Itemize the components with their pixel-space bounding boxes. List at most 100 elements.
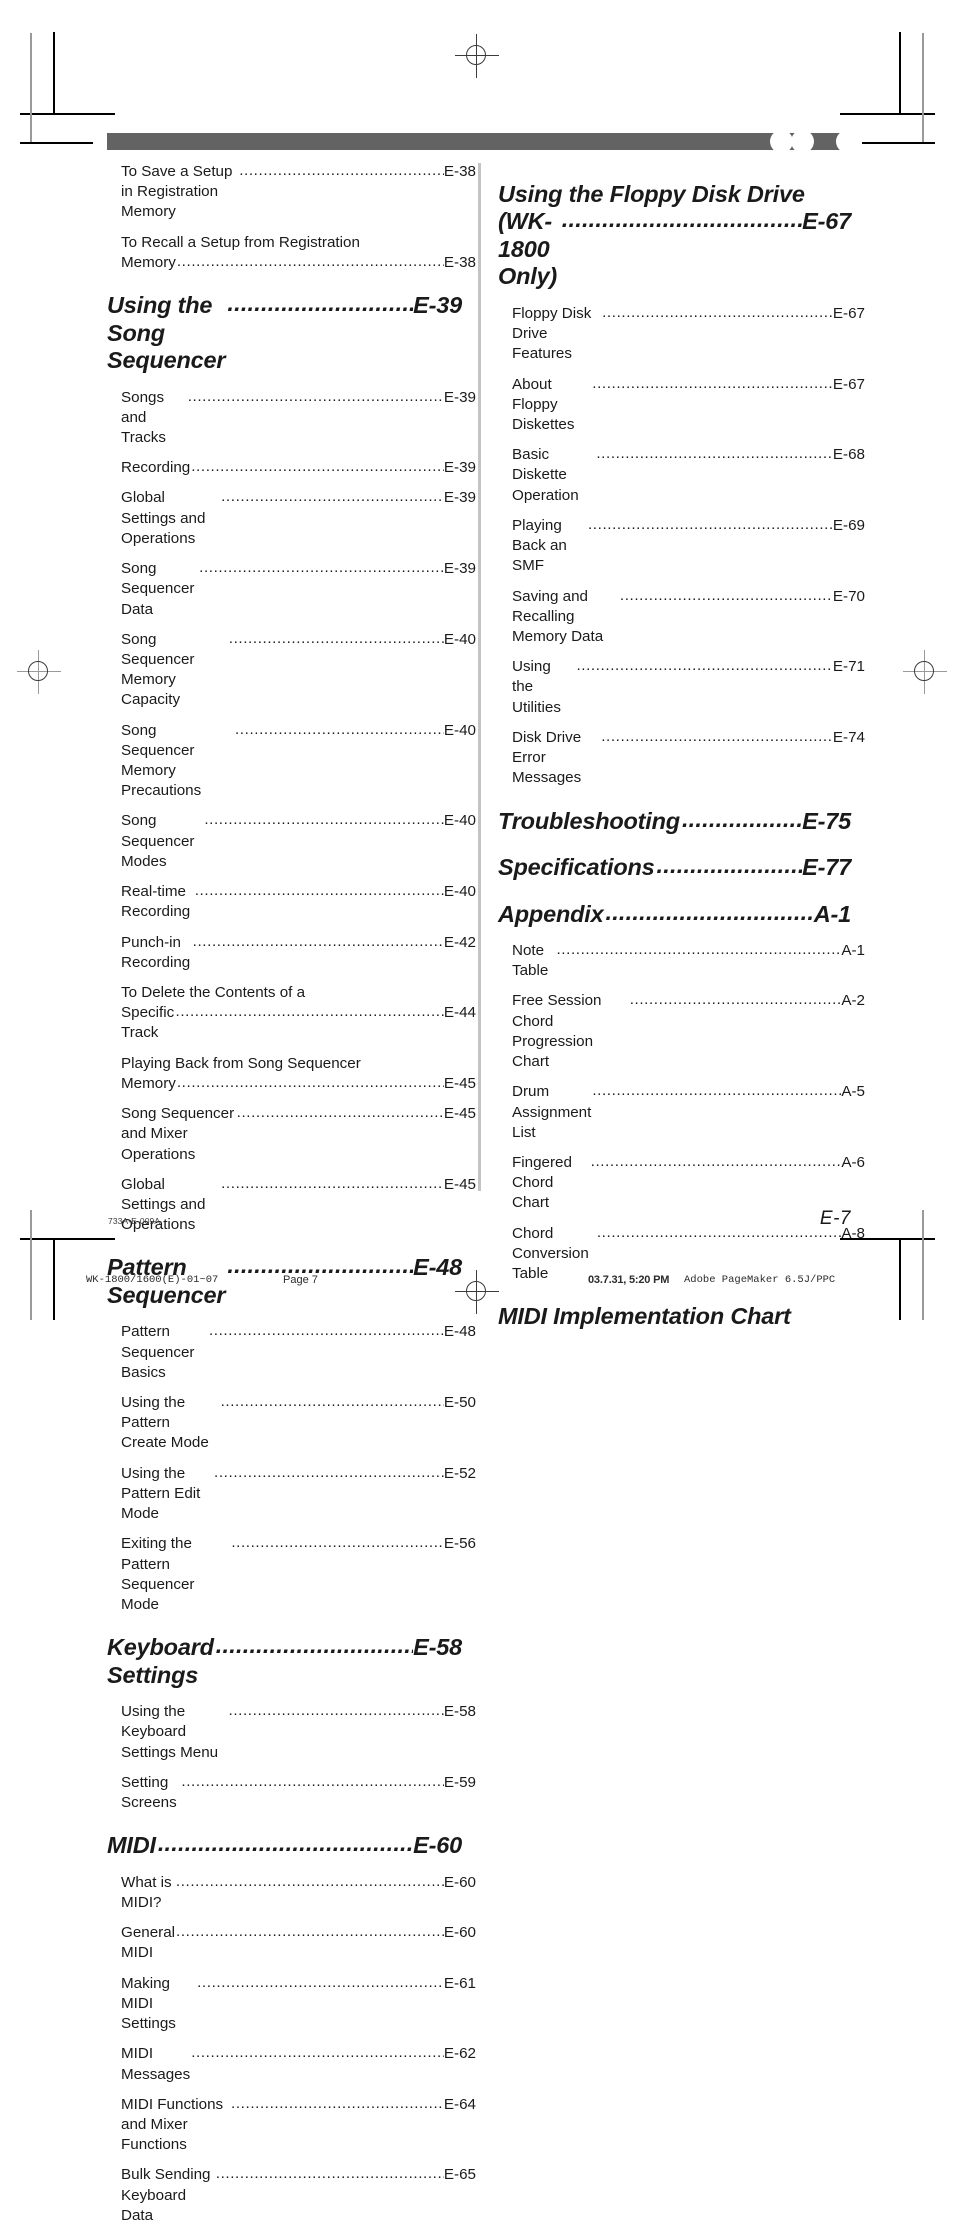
toc-entry-label: Global Settings and Operations [121, 1175, 210, 1234]
toc-leader-dots: ........................................… [590, 1152, 842, 1170]
toc-entry-to-delete-the-contents-of-a[interactable]: To Delete the Contents of a Specific Trac… [107, 983, 476, 1044]
toc-entry-song-sequencer-and-mixer-operations[interactable]: Song Sequencer and Mixer Operations.....… [107, 1104, 476, 1165]
toc-entry-about-floppy-diskettes[interactable]: About Floppy Diskettes..................… [498, 375, 865, 436]
toc-leader-dots: ........................................… [175, 1003, 444, 1021]
toc-entry-label: Global Settings and Operations [121, 489, 210, 547]
toc-page-number: E-39 [443, 489, 476, 507]
toc-entry-using-the-utilities[interactable]: Using the Utilities.....................… [498, 657, 865, 718]
toc-entry-label: MIDI Functions and Mixer Functions [121, 2095, 228, 2154]
toc-left-column: To Save a Setup in Registration Memory..… [107, 162, 476, 2236]
toc-leader-dots: ........................................… [239, 162, 444, 179]
toc-heading-troubleshooting[interactable]: Troubleshooting.........................… [498, 805, 851, 835]
toc-entry-song-sequencer-memory-capacity[interactable]: Song Sequencer Memory Capacity..........… [107, 630, 476, 711]
crop-mark-top-right-vertical [899, 32, 901, 114]
toc-entry-saving-and-recalling-memory-data[interactable]: Saving and Recalling Memory Data........… [498, 587, 865, 648]
toc-entry-song-sequencer-data[interactable]: Song Sequencer Data.....................… [107, 559, 476, 620]
toc-entry-drum-assignment-list[interactable]: Drum Assignment List....................… [498, 1082, 865, 1143]
toc-page-number: E-67 [802, 208, 851, 235]
toc-page-number: E-39 [443, 459, 476, 477]
toc-entry-label: Songs and Tracks [121, 388, 169, 446]
toc-entry-pattern-sequencer-basics[interactable]: Pattern Sequencer Basics................… [107, 1322, 476, 1383]
toc-entry-setting-screens[interactable]: Setting Screens.........................… [107, 1773, 476, 1813]
toc-entry-global-settings-and-operations[interactable]: Global Settings and Operations..........… [107, 488, 476, 549]
toc-entry-using-the-pattern-create-mode[interactable]: Using the Pattern Create Mode...........… [107, 1393, 476, 1454]
toc-entry-label: Troubleshooting [498, 807, 680, 834]
toc-heading-specifications[interactable]: Specifications..........................… [498, 852, 851, 881]
toc-entry-floppy-disk-drive-features[interactable]: Floppy Disk Drive Features..............… [498, 304, 865, 365]
toc-entry-label: Song Sequencer and Mixer Operations [121, 1105, 239, 1163]
toc-leader-dots: ........................................… [221, 1174, 444, 1192]
toc-entry-bulk-sending-keyboard-data[interactable]: Bulk Sending Keyboard Data..............… [107, 2165, 476, 2226]
toc-page-number: A-1 [841, 941, 865, 959]
toc-leader-dots: ........................................… [204, 811, 444, 829]
toc-entry-song-sequencer-memory-precautions[interactable]: Song Sequencer Memory Precautions.......… [107, 721, 476, 802]
toc-entry-label: MIDI Messages [121, 2045, 191, 2083]
toc-entry-punch-in-recording[interactable]: Punch-in Recording......................… [107, 933, 476, 973]
page-canvas: To Save a Setup in Registration Memory..… [0, 0, 954, 2224]
toc-page-number: E-60 [413, 1832, 462, 1859]
toc-entry-playing-back-an-smf[interactable]: Playing Back an SMF.....................… [498, 516, 865, 577]
toc-entry-disk-drive-error-messages[interactable]: Disk Drive Error Messages...............… [498, 728, 865, 789]
crop-mark-top-right-inner-horizontal [862, 142, 935, 144]
toc-leader-dots: ........................................… [176, 252, 444, 270]
slug-page-number: Page 7 [283, 1274, 318, 1286]
toc-heading-midi-implementation-chart[interactable]: MIDI Implementation Chart...............… [498, 1303, 851, 1330]
toc-entry-making-midi-settings[interactable]: Making MIDI Settings....................… [107, 1974, 476, 2035]
toc-entry-label: About Floppy Diskettes [512, 375, 575, 434]
toc-page-number: E-38 [443, 163, 476, 180]
toc-page-number: A-5 [841, 1083, 865, 1101]
toc-entry-playing-back-from-song-sequencer[interactable]: Playing Back from Song Sequencer Memory..… [107, 1054, 476, 1094]
toc-leader-dots: ........................................… [227, 1252, 413, 1279]
toc-page-number: E-40 [443, 630, 476, 648]
toc-entry-midi-messages[interactable]: MIDI Messages...........................… [107, 2044, 476, 2084]
toc-entry-to-save-a-setup-in-registration-memory[interactable]: To Save a Setup in Registration Memory..… [107, 162, 476, 223]
toc-page-number: E-74 [832, 728, 865, 746]
toc-entry-midi-functions-and-mixer-functions[interactable]: MIDI Functions and Mixer Functions......… [107, 2095, 476, 2156]
toc-leader-dots: ........................................… [227, 290, 413, 317]
column-divider [478, 163, 481, 1191]
toc-entry-real-time-recording[interactable]: Real-time Recording.....................… [107, 882, 476, 922]
toc-leader-dots: ........................................… [592, 374, 833, 392]
toc-page-number: E-64 [443, 2095, 476, 2113]
toc-entry-recording[interactable]: Recording...............................… [107, 458, 476, 478]
toc-page-number: E-45 [443, 1074, 476, 1092]
toc-entry-second-line: Memory..................................… [121, 1074, 476, 1094]
toc-heading-using-the-song-sequencer[interactable]: Using the Song Sequencer................… [107, 290, 462, 374]
toc-heading-appendix[interactable]: Appendix................................… [498, 899, 851, 928]
toc-entry-fingered-chord-chart[interactable]: Fingered Chord Chart....................… [498, 1153, 865, 1214]
crop-mark-bottom-left-horizontal [20, 1238, 115, 1240]
toc-entry-basic-diskette-operation[interactable]: Basic Diskette Operation................… [498, 445, 865, 506]
toc-heading-keyboard-settings[interactable]: Keyboard Settings.......................… [107, 1632, 462, 1689]
toc-entry-using-the-pattern-edit-mode[interactable]: Using the Pattern Edit Mode.............… [107, 1464, 476, 1525]
crop-mark-top-left-inner-vertical [30, 33, 32, 143]
crop-mark-top-left-horizontal [20, 113, 115, 115]
toc-entry-general-midi[interactable]: General MIDI............................… [107, 1923, 476, 1963]
toc-entry-note-table[interactable]: Note Table..............................… [498, 941, 865, 981]
header-bar-notch [791, 130, 814, 153]
toc-heading-using-the-floppy-disk-drive[interactable]: Using the Floppy Disk Drive (WK-1800 Only… [498, 181, 851, 291]
toc-leader-dots: ........................................… [191, 458, 444, 476]
toc-entry-using-the-keyboard-settings-menu[interactable]: Using the Keyboard Settings Menu........… [107, 1702, 476, 1763]
toc-entry-label: Punch-in Recording [121, 933, 191, 971]
toc-entry-label: Specific Track [121, 1004, 179, 1042]
toc-entry-label: General MIDI [121, 1924, 180, 1962]
toc-page-number: E-71 [832, 658, 865, 676]
toc-heading-midi[interactable]: MIDI....................................… [107, 1830, 462, 1859]
toc-entry-label: Using the Pattern Edit Mode [121, 1464, 205, 1523]
toc-entry-what-is-midi[interactable]: What is MIDI?...........................… [107, 1873, 476, 1913]
toc-entry-label: (WK-1800 Only) [498, 208, 558, 290]
toc-entry-free-session-chord-progression-chart[interactable]: Free Session Chord Progression Chart....… [498, 991, 865, 1072]
toc-entry-label: Exiting the Pattern Sequencer Mode [121, 1535, 199, 1614]
toc-leader-dots: ........................................… [234, 720, 444, 738]
toc-leader-dots: ........................................… [681, 805, 803, 832]
toc-entry-songs-and-tracks[interactable]: Songs and Tracks........................… [107, 388, 476, 449]
toc-entry-label: MIDI [107, 1832, 156, 1859]
toc-entry-label: Floppy Disk Drive Features [512, 304, 596, 363]
toc-entry-exiting-the-pattern-sequencer-mode[interactable]: Exiting the Pattern Sequencer Mode......… [107, 1534, 476, 1615]
toc-entry-to-recall-a-setup-from-registration[interactable]: To Recall a Setup from Registration Memor… [107, 233, 476, 273]
toc-page-number: E-60 [443, 1873, 476, 1891]
toc-leader-dots: ........................................… [192, 932, 444, 950]
toc-entry-global-settings-and-operations[interactable]: Global Settings and Operations..........… [107, 1175, 476, 1236]
toc-page-number: E-59 [443, 1773, 476, 1791]
toc-entry-song-sequencer-modes[interactable]: Song Sequencer Modes....................… [107, 811, 476, 872]
